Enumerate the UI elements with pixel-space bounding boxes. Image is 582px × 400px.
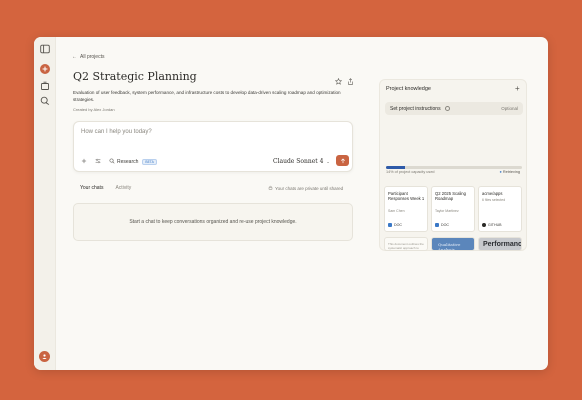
file-type-label: DOC: [441, 223, 449, 227]
chat-input[interactable]: How can I help you today?: [81, 129, 152, 135]
retrieving-dot-icon: ●: [499, 170, 502, 174]
chat-tabs: Your chats Activity: [80, 185, 131, 191]
composer-tools: Research BETA: [81, 158, 157, 166]
capacity-fill: [386, 166, 406, 169]
privacy-note: Your chats are private until shared: [268, 185, 343, 191]
project-knowledge-panel: Project knowledge + Set project instruct…: [379, 79, 527, 251]
new-chat-icon[interactable]: [40, 64, 50, 74]
capacity-text: 14% of project capacity used: [386, 170, 435, 174]
arrow-up-icon: [340, 157, 345, 163]
back-label: All projects: [80, 54, 105, 60]
add-knowledge-icon[interactable]: +: [515, 84, 520, 93]
add-attachment-icon[interactable]: [81, 158, 87, 166]
knowledge-file-card[interactable]: Participant Responses Week 1 Sam Chen DO…: [384, 186, 428, 232]
file-subtitle: Sam Chen: [388, 209, 405, 213]
page-title: Q2 Strategic Planning: [73, 70, 197, 83]
projects-icon[interactable]: [40, 81, 50, 91]
research-icon: [109, 158, 115, 166]
lock-icon: [268, 185, 273, 191]
tools-settings-icon[interactable]: [95, 158, 101, 166]
doc-icon: [435, 223, 439, 227]
tab-activity[interactable]: Activity: [115, 185, 131, 191]
chevron-down-icon: ⌄: [326, 159, 330, 164]
main-area: ← All projects Q2 Strategic Planning Eva…: [56, 37, 548, 370]
knowledge-file-card[interactable]: Qualitative Analysis Framework: [431, 237, 475, 251]
file-type-label: DOC: [394, 223, 402, 227]
file-title: Participant Responses Week 1: [388, 191, 425, 202]
benchmark-cover-title: Performance Benchmarks: [483, 241, 522, 248]
info-icon: [444, 106, 450, 111]
knowledge-file-card[interactable]: This document outlines the systematic ap…: [384, 237, 428, 251]
file-title: Q2 2025 Scaling Roadmap: [435, 191, 466, 202]
empty-chats-message: Start a chat to keep conversations organ…: [73, 203, 353, 241]
file-type-tag: DOC: [388, 223, 402, 227]
sidebar-rail: [34, 37, 56, 370]
privacy-text: Your chats are private until shared: [275, 185, 344, 191]
chats-icon[interactable]: [40, 96, 50, 106]
capacity-bar: [386, 166, 522, 169]
retrieving-status: ● Retrieving: [500, 170, 520, 174]
file-type-tag: GITHUB: [482, 223, 502, 227]
knowledge-file-card[interactable]: acme/apps 6 files selected GITHUB: [478, 186, 522, 232]
research-label: Research: [117, 159, 139, 165]
pdf-cover-title: Qualitative Analysis Framework: [438, 242, 461, 251]
pasted-preview: This document outlines the systematic ap…: [388, 242, 424, 250]
star-icon[interactable]: [334, 72, 343, 90]
back-to-projects-link[interactable]: ← All projects: [72, 54, 104, 60]
file-type-label: GITHUB: [488, 223, 502, 227]
send-button[interactable]: [336, 155, 349, 166]
doc-icon: [388, 223, 392, 227]
file-subtitle: 6 files selected: [482, 198, 506, 202]
knowledge-file-card[interactable]: Q2 2025 Scaling Roadmap Taylor Martinez …: [431, 186, 475, 232]
chat-composer[interactable]: How can I help you today? Research BETA: [73, 121, 353, 172]
app-window: ← All projects Q2 Strategic Planning Eva…: [34, 37, 548, 370]
set-instructions-button[interactable]: Set project instructions Optional: [385, 102, 523, 115]
optional-label: Optional: [501, 106, 518, 111]
knowledge-file-card[interactable]: Performance Benchmarks: [478, 237, 522, 251]
title-actions: [334, 72, 354, 90]
share-icon[interactable]: [347, 72, 354, 90]
github-icon: [482, 223, 486, 227]
model-label: Claude Sonnet 4: [273, 158, 324, 165]
tab-your-chats[interactable]: Your chats: [80, 185, 103, 191]
beta-badge: BETA: [142, 159, 157, 165]
instructions-label: Set project instructions: [390, 105, 441, 112]
arrow-left-icon: ←: [72, 54, 77, 60]
file-title: acme/apps: [482, 191, 503, 196]
sidebar-toggle-icon[interactable]: [40, 44, 50, 54]
user-avatar[interactable]: [39, 351, 50, 362]
research-button[interactable]: Research BETA: [109, 158, 157, 166]
file-type-tag: DOC: [435, 223, 449, 227]
model-selector[interactable]: Claude Sonnet 4 ⌄: [273, 158, 330, 165]
project-description: Evaluation of user feedback, system perf…: [73, 90, 341, 102]
knowledge-title: Project knowledge: [386, 86, 431, 92]
project-creator: Created by Alex Jordan: [73, 107, 115, 112]
file-subtitle: Taylor Martinez: [435, 209, 459, 213]
retrieving-label: Retrieving: [502, 170, 520, 174]
